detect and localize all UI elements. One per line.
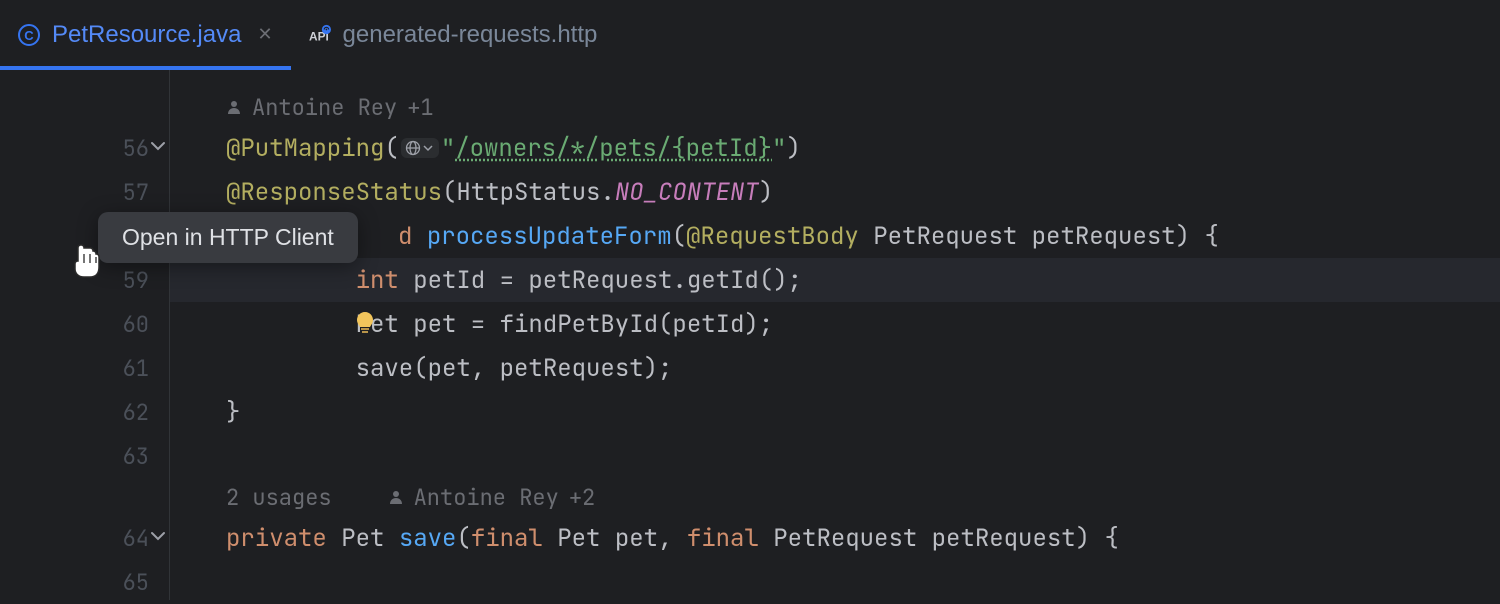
tooltip-open-http-client: Open in HTTP Client	[98, 212, 358, 263]
code-line: private Pet save(final Pet pet, final Pe…	[170, 516, 1500, 560]
tab-label: generated-requests.http	[343, 21, 598, 49]
gutter: 56 57 58 59 60 61 62 63 64 65	[0, 70, 170, 600]
svg-text:C: C	[24, 28, 34, 43]
usages-count: 2 usages	[226, 483, 332, 512]
code-line: @PutMapping("/owners/*/pets/{petId}")	[170, 126, 1500, 170]
gutter-line[interactable]: 61	[0, 346, 169, 390]
chevron-down-icon	[423, 143, 433, 153]
code-line: @ResponseStatus(HttpStatus.NO_CONTENT)	[170, 170, 1500, 214]
editor-tabs: C PetResource.java ✕ API generated-reque…	[0, 0, 1500, 70]
bulb-icon[interactable]	[355, 310, 375, 341]
author-name: Antoine Rey	[414, 483, 559, 512]
person-icon	[226, 99, 242, 115]
tab-petresource[interactable]: C PetResource.java ✕	[0, 0, 291, 69]
code-line	[170, 434, 1500, 478]
gutter-line[interactable]: 64	[0, 516, 169, 560]
author-more: +2	[569, 483, 595, 512]
globe-icon[interactable]	[401, 138, 439, 158]
gutter-line[interactable]: 57	[0, 170, 169, 214]
fold-icon[interactable]	[150, 138, 166, 159]
gutter-line[interactable]: 60	[0, 302, 169, 346]
person-icon	[388, 489, 404, 505]
gutter-line[interactable]: 65	[0, 560, 169, 604]
author-hint[interactable]: Antoine Rey +1	[170, 88, 1500, 126]
fold-icon[interactable]	[150, 528, 166, 549]
code-line: int petId = petRequest.getId();	[170, 258, 1500, 302]
gutter-line[interactable]: 56	[0, 126, 169, 170]
code-editor: 56 57 58 59 60 61 62 63 64 65 Antoine Re…	[0, 70, 1500, 600]
author-more: +1	[407, 93, 433, 122]
pointer-cursor-icon	[71, 243, 105, 288]
code-area[interactable]: Antoine Rey +1 @PutMapping("/owners/*/pe…	[170, 70, 1500, 600]
api-icon: API	[309, 24, 331, 46]
code-line: save(pet, petRequest);	[170, 346, 1500, 390]
code-line: }	[170, 390, 1500, 434]
usages-hint[interactable]: 2 usages Antoine Rey +2	[170, 478, 1500, 516]
code-line: d processUpdateForm(@RequestBody PetRequ…	[170, 214, 1500, 258]
class-icon: C	[18, 24, 40, 46]
author-name: Antoine Rey	[252, 93, 397, 122]
gutter-line[interactable]: 62	[0, 390, 169, 434]
gutter-line[interactable]: 63	[0, 434, 169, 478]
tab-generated-requests[interactable]: API generated-requests.http	[291, 0, 616, 69]
tab-label: PetResource.java	[52, 21, 241, 49]
close-icon[interactable]: ✕	[253, 24, 272, 45]
